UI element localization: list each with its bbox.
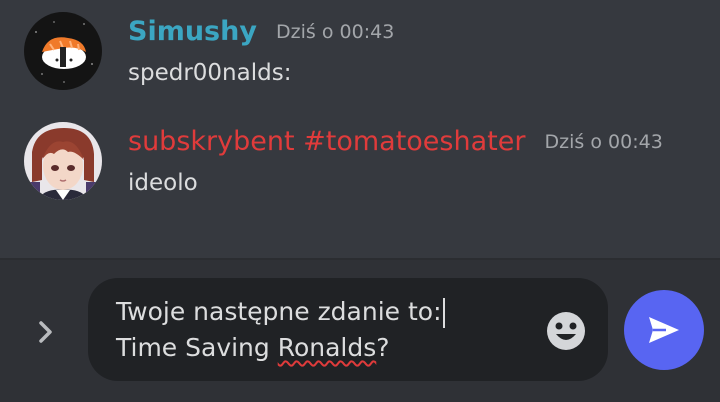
message-content: ideolo bbox=[128, 170, 198, 196]
username[interactable]: subskrybent #tomatoeshater bbox=[128, 126, 525, 157]
timestamp: Dziś o 00:43 bbox=[276, 20, 395, 43]
emoji-smile-icon bbox=[547, 312, 585, 350]
message-header: subskrybent #tomatoeshater Dziś o 00:43 bbox=[128, 126, 663, 157]
avatar[interactable] bbox=[24, 122, 102, 200]
message: Simushy Dziś o 00:43 spedr00nalds: bbox=[0, 10, 720, 100]
chevron-right-icon bbox=[39, 321, 52, 343]
avatar[interactable] bbox=[24, 12, 102, 90]
message: subskrybent #tomatoeshater Dziś o 00:43 … bbox=[0, 120, 720, 220]
send-button[interactable] bbox=[624, 290, 704, 370]
timestamp: Dziś o 00:43 bbox=[544, 130, 663, 153]
anime-character-avatar-icon bbox=[24, 122, 102, 200]
message-list: Simushy Dziś o 00:43 spedr00nalds: subsk… bbox=[0, 0, 720, 258]
message-content: spedr00nalds: bbox=[128, 60, 292, 86]
chat-app: Simushy Dziś o 00:43 spedr00nalds: subsk… bbox=[0, 0, 720, 402]
input-line-2: Time Saving Ronalds? bbox=[116, 333, 390, 362]
misspelled-word[interactable]: Ronalds bbox=[278, 333, 377, 362]
message-header: Simushy Dziś o 00:43 bbox=[128, 16, 394, 47]
input-line-1: Twoje następne zdanie to: bbox=[116, 294, 445, 330]
username[interactable]: Simushy bbox=[128, 16, 257, 47]
send-icon bbox=[649, 317, 679, 343]
text-caret bbox=[442, 298, 445, 328]
message-input[interactable]: Twoje następne zdanie to: Time Saving Ro… bbox=[88, 278, 608, 381]
expand-button[interactable] bbox=[30, 316, 62, 348]
message-input-text[interactable]: Twoje następne zdanie to: Time Saving Ro… bbox=[116, 294, 445, 366]
emoji-button[interactable] bbox=[545, 310, 587, 352]
sushi-avatar-icon bbox=[24, 12, 102, 90]
